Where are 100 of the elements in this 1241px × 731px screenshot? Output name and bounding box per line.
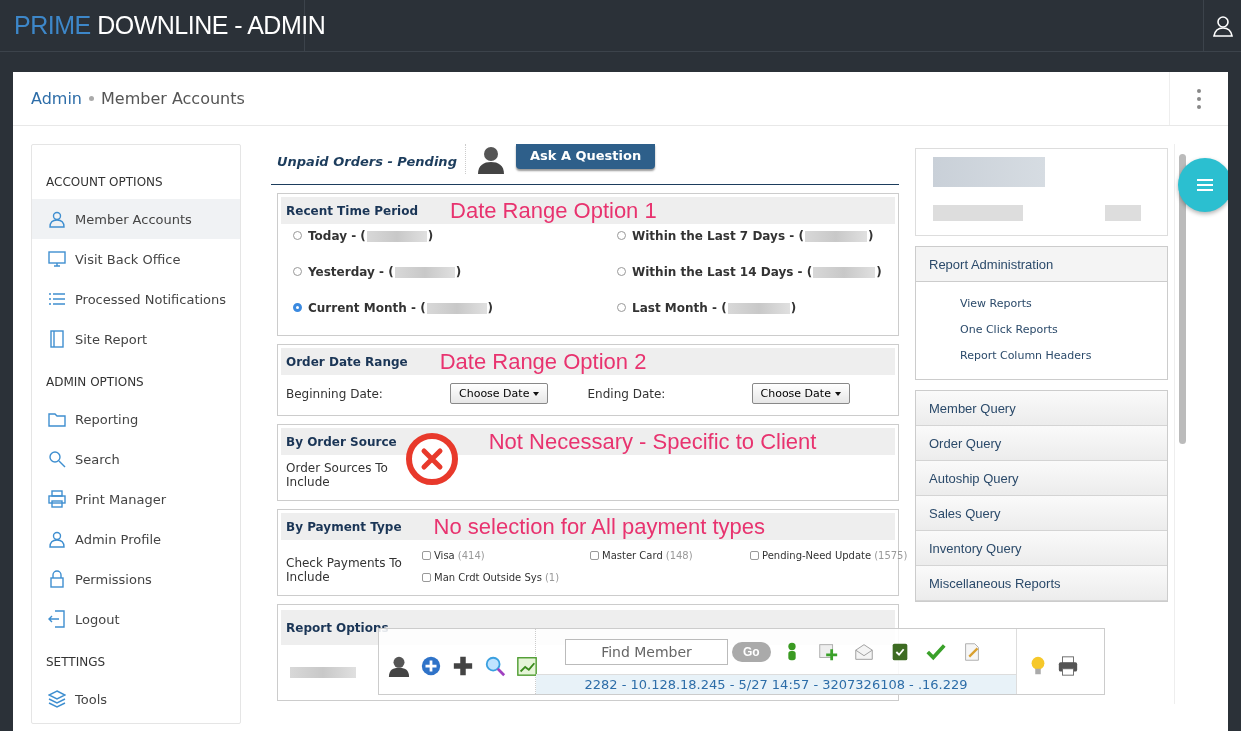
redacted-text	[366, 231, 427, 242]
sidebar-item[interactable]: Site Report	[32, 319, 240, 359]
sidebar-item[interactable]: Admin Profile	[32, 519, 240, 559]
checkbox[interactable]	[422, 550, 431, 560]
panel-title: Recent Time Period	[286, 203, 418, 218]
redacted-text	[394, 267, 455, 278]
report-link[interactable]: Report Column Headers	[960, 349, 1167, 362]
option-count: (1575)	[874, 549, 908, 561]
query-menu-item[interactable]: Inventory Query	[916, 531, 1167, 566]
ask-question-button[interactable]: Ask A Question	[515, 144, 656, 169]
search-icon[interactable]	[484, 654, 506, 677]
status-bar: 2282 - 10.128.18.245 - 5/27 14:57 - 3207326108 - .16.229	[536, 675, 1016, 694]
redacted-text	[290, 666, 356, 678]
report-link[interactable]: View Reports	[960, 297, 1167, 310]
query-menu-item[interactable]: Sales Query	[916, 496, 1167, 531]
report-title: Unpaid Orders - Pending	[271, 144, 466, 174]
logout-icon	[48, 610, 66, 628]
checkbox[interactable]	[422, 572, 431, 582]
panel-title: Order Date Range	[286, 354, 408, 369]
sidebar-item[interactable]: Print Manager	[32, 479, 240, 519]
redacted-text	[727, 303, 790, 314]
panel-title: Report Options	[286, 620, 389, 635]
option-count: (414)	[457, 549, 485, 561]
radio-button[interactable]	[293, 303, 302, 312]
option-label: )	[867, 229, 874, 243]
sidebar-item[interactable]: Logout	[32, 599, 240, 639]
lock-icon	[48, 570, 66, 588]
sidebar-item[interactable]: Search	[32, 439, 240, 479]
field-label: Beginning Date:	[286, 386, 384, 401]
annotation-text: Date Range Option 2	[439, 348, 647, 375]
breadcrumb-link[interactable]: Admin	[31, 89, 82, 108]
user-icon	[48, 210, 66, 228]
sidebar-item[interactable]: Processed Notifications	[32, 279, 240, 319]
scrollbar[interactable]	[1179, 154, 1186, 444]
option-label: Pending-Need Update	[762, 549, 872, 561]
option-label: )	[427, 229, 434, 243]
annotation-text: Date Range Option 1	[450, 197, 657, 224]
app-brand: PRIME DOWNLINE - ADMIN	[14, 11, 326, 40]
query-menu-item[interactable]: Autoship Query	[916, 461, 1167, 496]
section-heading: SETTINGS	[45, 654, 107, 671]
option-label: Last Month - (	[632, 301, 727, 315]
caret-icon	[533, 391, 540, 396]
panel-title: By Order Source	[286, 434, 397, 449]
query-menu-item[interactable]: Order Query	[916, 426, 1167, 461]
annotation-text: No selection for All payment types	[433, 513, 765, 540]
option-label: )	[487, 301, 494, 315]
sidebar-item[interactable]: Reporting	[32, 399, 240, 439]
option-label: )	[876, 265, 882, 279]
option-label: Within the Last 14 Days - (	[632, 265, 813, 279]
option-label: Man Crdt Outside Sys	[434, 571, 542, 583]
field-label: Ending Date:	[587, 386, 667, 401]
option-label: )	[790, 301, 797, 315]
option-count: (148)	[665, 549, 693, 561]
sidebar-item[interactable]: Tools	[32, 679, 240, 719]
separator-dot	[89, 96, 94, 101]
printer-icon[interactable]	[1057, 654, 1079, 677]
report-link[interactable]: One Click Reports	[960, 323, 1167, 336]
document-icon	[48, 330, 66, 348]
list-icon	[48, 290, 66, 308]
redacted-text	[426, 303, 487, 314]
panel-title: By Payment Type	[286, 519, 402, 534]
checkbox[interactable]	[590, 550, 599, 560]
section-heading: ADMIN OPTIONS	[45, 374, 145, 391]
checkbox[interactable]	[750, 550, 759, 560]
query-menu-item[interactable]: Miscellaneous Reports	[916, 566, 1167, 601]
option-count: (1)	[544, 571, 560, 583]
redacted-text	[813, 267, 876, 278]
choose-date-button[interactable]: Choose Date	[450, 383, 549, 404]
query-menu-item[interactable]: Member Query	[916, 391, 1167, 426]
sidebar-item[interactable]: Visit Back Office	[32, 239, 240, 279]
sidebar-item[interactable]: Permissions	[32, 559, 240, 599]
user-icon	[48, 530, 66, 548]
redacted-text	[1105, 205, 1141, 221]
avatar-icon	[475, 144, 506, 174]
menu-button[interactable]	[1178, 158, 1228, 212]
folder-icon	[48, 410, 66, 428]
annotation-text: Not Necessary - Specific to Client	[488, 428, 817, 455]
choose-date-button[interactable]: Choose Date	[751, 383, 850, 404]
option-label: Within the Last 7 Days - (	[632, 229, 804, 243]
section-heading: ACCOUNT OPTIONS	[45, 174, 164, 191]
layers-icon	[48, 690, 66, 708]
caret-icon	[834, 391, 841, 396]
add-icon[interactable]	[420, 654, 442, 677]
redacted-text	[804, 231, 867, 242]
close-circle-icon	[406, 433, 458, 485]
person-icon[interactable]	[388, 654, 410, 677]
sidebar-item[interactable]: Member Accounts	[32, 199, 240, 239]
field-label: Order Sources To Include	[286, 460, 389, 489]
field-label: Check Payments To Include	[286, 555, 403, 584]
monitor-icon	[48, 250, 66, 268]
plus-icon[interactable]	[452, 654, 474, 677]
printer-icon	[48, 490, 66, 508]
option-label: Master Card	[602, 549, 663, 561]
panel-heading: Report Administration	[916, 247, 1167, 282]
option-label: Yesterday - (	[308, 265, 394, 279]
chart-icon[interactable]	[516, 654, 538, 677]
breadcrumb-current: Member Accounts	[101, 89, 245, 108]
option-label: )	[455, 265, 462, 279]
search-icon	[48, 450, 66, 468]
search-field[interactable]: Find Member	[565, 638, 728, 665]
